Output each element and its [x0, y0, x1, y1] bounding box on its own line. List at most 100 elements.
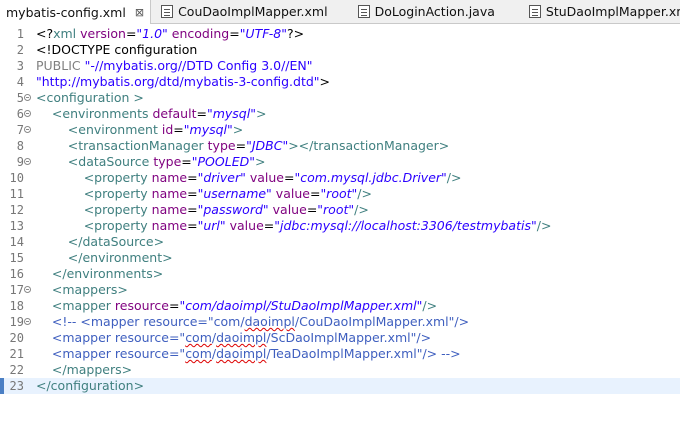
code-text: PUBLIC "-//mybatis.org//DTD Config 3.0//…: [36, 58, 313, 74]
tab-coudaoimplmapper[interactable]: CouDaoImplMapper.xml: [155, 0, 334, 23]
tab-dologinaction[interactable]: DoLoginAction.java: [352, 0, 501, 23]
code-text: </environment>: [36, 250, 173, 266]
code-token: "com/daoimpl/StuDaoImplMapper.xml": [179, 298, 423, 313]
code-token: </environments>: [51, 266, 164, 281]
fold-toggle-icon[interactable]: [24, 286, 31, 293]
code-line[interactable]: 21 <mapper resource="com/daoimpl/TeaDaoI…: [0, 346, 680, 362]
code-token: </mappers>: [51, 362, 133, 377]
line-number: 20: [9, 331, 24, 345]
line-number: 23: [9, 379, 24, 393]
code-token: value: [272, 202, 307, 217]
code-line[interactable]: 12 <property name="password" value="root…: [0, 202, 680, 218]
tab-studaoimplmapper[interactable]: StuDaoImplMapper.xml: [523, 0, 680, 23]
code-line[interactable]: 15 </environment>: [0, 250, 680, 266]
code-line[interactable]: 19 <!-- <mapper resource="com/daoimpl/Co…: [0, 314, 680, 330]
code-token: <configuration: [36, 90, 134, 105]
code-line[interactable]: 5 <configuration >: [0, 90, 680, 106]
fold-toggle-icon[interactable]: [24, 126, 31, 133]
close-tab-icon[interactable]: ⊠: [135, 6, 144, 19]
code-text: </configuration>: [36, 378, 144, 394]
code-token: =: [309, 186, 321, 201]
code-token: <property: [83, 202, 152, 217]
code-token: >: [254, 154, 266, 169]
code-line[interactable]: 7 <environment id="mysql">: [0, 122, 680, 138]
code-text: <property name="password" value="root"/>: [36, 202, 369, 218]
code-token: encoding: [171, 26, 230, 41]
code-token: <environment: [67, 122, 162, 137]
code-line[interactable]: 3 PUBLIC "-//mybatis.org//DTD Config 3.0/…: [0, 58, 680, 74]
code-token: com: [185, 346, 212, 361]
code-token: type: [153, 154, 182, 169]
code-token: =: [187, 186, 198, 201]
code-editor[interactable]: 1 <?xml version="1.0" encoding="UTF-8"?> 2…: [0, 24, 680, 438]
code-line[interactable]: 23 </configuration>: [0, 378, 680, 394]
code-token: "username": [197, 186, 272, 201]
code-token: =: [125, 26, 137, 41]
code-text: "http://mybatis.org/dtd/mybatis-3-config…: [36, 74, 330, 90]
line-number: 4: [16, 75, 24, 89]
code-line[interactable]: 14 </dataSource>: [0, 234, 680, 250]
code-token: />: [357, 186, 372, 201]
code-token: >: [232, 122, 244, 137]
code-token: <property: [83, 186, 152, 201]
code-line[interactable]: 6 <environments default="mysql">: [0, 106, 680, 122]
code-line[interactable]: 1 <?xml version="1.0" encoding="UTF-8"?>: [0, 26, 680, 42]
code-token: value: [249, 170, 285, 185]
code-text: <mappers>: [36, 282, 128, 298]
code-text: <property name="url" value="jdbc:mysql:/…: [36, 218, 552, 234]
line-number: 6: [16, 107, 24, 121]
code-token: "com.mysql.jdbc.Driver": [294, 170, 447, 185]
code-text: <environment id="mysql">: [36, 122, 243, 138]
fold-toggle-icon[interactable]: [24, 94, 31, 101]
fold-toggle-icon[interactable]: [24, 110, 31, 117]
code-token: /ScDaoImplMapper.xml"/>: [266, 330, 432, 345]
code-token: "POOLED": [191, 154, 255, 169]
code-token: "password": [197, 202, 269, 217]
code-token: "http://mybatis.org/dtd/mybatis-3-config…: [36, 74, 320, 89]
line-number: 9: [16, 155, 24, 169]
code-token: daoimpl: [244, 314, 295, 329]
code-line[interactable]: 22 </mappers>: [0, 362, 680, 378]
code-token: <property: [83, 170, 152, 185]
code-token: />: [354, 202, 369, 217]
fold-toggle-icon[interactable]: [24, 158, 31, 165]
code-text: <dataSource type="POOLED">: [36, 154, 266, 170]
tab-label: mybatis-config.xml: [6, 4, 126, 20]
code-line[interactable]: 18 <mapper resource="com/daoimpl/StuDaoI…: [0, 298, 680, 314]
code-line[interactable]: 17 <mappers>: [0, 282, 680, 298]
java-file-icon: [357, 5, 370, 18]
code-line[interactable]: 9 <dataSource type="POOLED">: [0, 154, 680, 170]
code-line[interactable]: 8 <transactionManager type="JDBC"></tran…: [0, 138, 680, 154]
code-line[interactable]: 16 </environments>: [0, 266, 680, 282]
code-line[interactable]: 4 "http://mybatis.org/dtd/mybatis-3-confi…: [0, 74, 680, 90]
code-text: <mapper resource="com/daoimpl/ScDaoImplM…: [36, 330, 431, 346]
code-line[interactable]: 2 <!DOCTYPE configuration: [0, 42, 680, 58]
code-token: =: [235, 138, 247, 153]
code-line[interactable]: 13 <property name="url" value="jdbc:mysq…: [0, 218, 680, 234]
code-token: "-//mybatis.org//DTD Config 3.0//EN": [84, 58, 313, 73]
fold-toggle-icon[interactable]: [24, 318, 31, 325]
code-token: <!DOCTYPE configuration: [36, 42, 198, 57]
tab-mybatis-config[interactable]: mybatis-config.xml ⊠: [0, 0, 152, 24]
code-token: </configuration>: [36, 378, 145, 393]
code-line[interactable]: 20 <mapper resource="com/daoimpl/ScDaoIm…: [0, 330, 680, 346]
line-number: 13: [9, 219, 24, 233]
code-token: =: [173, 122, 184, 137]
code-line[interactable]: 11 <property name="username" value="root…: [0, 186, 680, 202]
line-number: 11: [9, 187, 24, 201]
code-token: >: [319, 74, 331, 89]
line-number: 15: [9, 251, 24, 265]
code-token: xml: [53, 26, 77, 41]
code-token: <?: [36, 26, 54, 41]
code-token: /CouDaoImplMapper.xml"/>: [294, 314, 470, 329]
code-line[interactable]: 10 <property name="driver" value="com.my…: [0, 170, 680, 186]
code-token: =: [181, 154, 192, 169]
line-number: 2: [16, 43, 24, 57]
line-number: 21: [9, 347, 24, 361]
